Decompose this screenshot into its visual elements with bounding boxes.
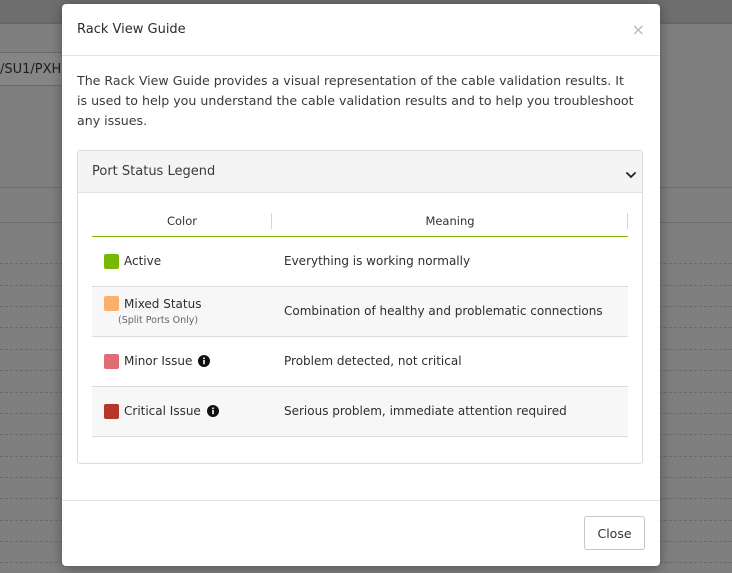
modal-body: The Rack View Guide provides a visual re… <box>62 56 660 464</box>
column-header-label: Meaning <box>425 214 475 229</box>
chevron-down-icon[interactable] <box>624 168 638 182</box>
status-entry: Mixed Status (Split Ports Only) <box>104 296 272 326</box>
meaning-cell: Everything is working normally <box>272 236 628 287</box>
port-status-legend-panel: Port Status Legend Color Meaning Active … <box>77 150 643 464</box>
status-swatch <box>104 296 119 311</box>
intro-text: The Rack View Guide provides a visual re… <box>77 73 634 128</box>
legend-table-wrap: Color Meaning Active Everything is worki… <box>78 193 642 437</box>
legend-table-body: Active Everything is working normally Mi… <box>92 236 628 437</box>
meaning-cell: Problem detected, not critical <box>272 336 628 387</box>
modal-title: Rack View Guide <box>77 22 186 37</box>
meaning-cell: Combination of healthy and problematic c… <box>272 286 628 337</box>
info-icon[interactable] <box>206 405 219 417</box>
status-swatch <box>104 403 119 419</box>
column-separator <box>627 213 628 229</box>
column-header-label: Color <box>166 214 198 229</box>
status-label: Mixed Status <box>124 296 202 311</box>
status-swatch <box>104 253 119 269</box>
table-row: Active Everything is working normally <box>92 236 628 287</box>
column-header-meaning: Meaning <box>272 207 628 237</box>
status-label: Critical Issue <box>124 404 201 418</box>
table-row: Critical Issue Serious problem, immediat… <box>92 386 628 437</box>
table-row: Minor Issue Problem detected, not critic… <box>92 336 628 387</box>
info-icon[interactable] <box>198 355 211 367</box>
background-path-field: /SU1/PXH <box>0 52 64 86</box>
table-header-row: Color Meaning <box>92 207 628 237</box>
status-entry: Active <box>104 253 272 269</box>
modal-header: Rack View Guide × <box>62 4 660 56</box>
status-label: Active <box>124 254 162 268</box>
color-cell: Minor Issue <box>92 336 272 387</box>
modal-footer: Close <box>62 500 660 566</box>
close-icon[interactable]: × <box>632 21 645 38</box>
rack-view-guide-modal: Rack View Guide × The Rack View Guide pr… <box>62 4 660 566</box>
color-cell: Critical Issue <box>92 386 272 437</box>
status-main: Mixed Status <box>104 296 272 311</box>
table-row: Mixed Status (Split Ports Only) Combinat… <box>92 286 628 337</box>
column-header-color: Color <box>92 207 272 237</box>
panel-title: Port Status Legend <box>92 164 216 179</box>
color-cell: Active <box>92 236 272 287</box>
close-button[interactable]: Close <box>584 516 645 550</box>
status-swatch <box>104 353 119 369</box>
status-sublabel: (Split Ports Only) <box>118 315 199 326</box>
status-entry: Critical Issue <box>104 403 272 419</box>
status-label: Minor Issue <box>124 354 193 368</box>
legend-table: Color Meaning Active Everything is worki… <box>92 207 628 437</box>
status-entry: Minor Issue <box>104 353 272 369</box>
panel-toggle[interactable]: Port Status Legend <box>78 151 642 193</box>
color-cell: Mixed Status (Split Ports Only) <box>92 286 272 337</box>
meaning-cell: Serious problem, immediate attention req… <box>272 386 628 437</box>
